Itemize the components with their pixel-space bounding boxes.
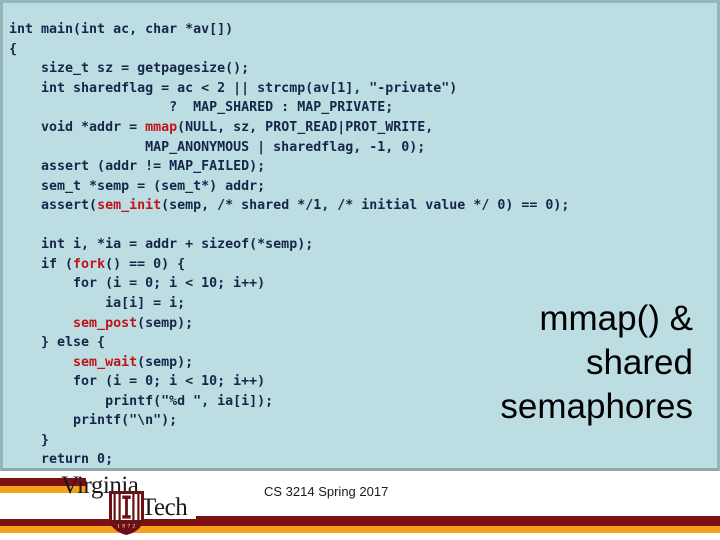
code-line: assert (addr != MAP_FAILED); — [9, 157, 719, 177]
code-text: assert (addr != MAP_FAILED); — [9, 159, 266, 175]
code-highlight-token: fork — [73, 256, 106, 272]
virginia-tech-logo: Virginia Tech 1 8 7 2 — [58, 473, 203, 537]
code-line: return 0; — [9, 450, 719, 470]
code-line: sem_t *semp = (sem_t*) addr; — [9, 177, 719, 197]
code-text: return 0; — [9, 452, 114, 468]
code-highlight-token: sem_post — [73, 315, 138, 331]
code-line: { — [9, 40, 719, 60]
code-line: } — [9, 431, 719, 451]
code-line: size_t sz = getpagesize(); — [9, 59, 719, 79]
code-text: (semp); — [137, 315, 194, 331]
code-text: MAP_ANONYMOUS | sharedflag, -1, 0); — [9, 139, 426, 155]
code-line: int sharedflag = ac < 2 || strcmp(av[1],… — [9, 79, 719, 99]
slide-title-line: shared — [585, 343, 693, 382]
code-highlight-token: sem_wait — [73, 354, 138, 370]
code-text: (semp, /* shared */1, /* initial value *… — [161, 198, 570, 214]
code-line: ? MAP_SHARED : MAP_PRIVATE; — [9, 98, 719, 118]
code-text: if ( — [9, 256, 74, 272]
code-line: if (fork() == 0) { — [9, 255, 719, 275]
code-text: printf("%d ", ia[i]); — [9, 393, 274, 409]
code-text: void *addr = — [9, 120, 146, 136]
code-text: printf("\n"); — [9, 413, 178, 429]
code-text: size_t sz = getpagesize(); — [9, 61, 250, 77]
code-text: int main(int ac, char *av[]) — [9, 22, 234, 38]
code-text: int i, *ia = addr + sizeof(*semp); — [9, 237, 314, 253]
code-text: assert( — [9, 198, 98, 214]
code-text: int sharedflag = ac < 2 || strcmp(av[1],… — [9, 80, 458, 96]
slide-content-panel: int main(int ac, char *av[]) { size_t sz … — [0, 0, 720, 487]
code-line: void *addr = mmap(NULL, sz, PROT_READ|PR… — [9, 118, 719, 138]
code-text: (NULL, sz, PROT_READ|PROT_WRITE, — [177, 120, 434, 136]
course-label: CS 3214 Spring 2017 — [264, 484, 389, 499]
code-line: int main(int ac, char *av[]) — [9, 20, 719, 40]
slide-title: mmap() & shared semaphores — [353, 297, 693, 429]
code-text: ia[i] = i; — [9, 295, 186, 311]
code-text: ? MAP_SHARED : MAP_PRIVATE; — [9, 100, 394, 116]
slide: int main(int ac, char *av[]) { size_t sz … — [0, 0, 720, 540]
logo-shield-year: 1 8 7 2 — [117, 524, 135, 530]
code-highlight-token: mmap — [145, 120, 178, 136]
code-text: { — [9, 41, 18, 57]
code-line: MAP_ANONYMOUS | sharedflag, -1, 0); — [9, 138, 719, 158]
code-text: } else { — [9, 335, 106, 351]
logo-word-tech: Tech — [141, 494, 188, 521]
code-text: (semp); — [137, 354, 194, 370]
code-line: assert(sem_init(semp, /* shared */1, /* … — [9, 196, 719, 216]
slide-title-line: mmap() & — [539, 299, 693, 338]
vt-shield-icon: 1 8 7 2 — [109, 491, 144, 535]
code-text: sem_t *semp = (sem_t*) addr; — [9, 178, 266, 194]
code-text: } — [9, 432, 50, 448]
code-text: for (i = 0; i < 10; i++) — [9, 374, 266, 390]
code-text: for (i = 0; i < 10; i++) — [9, 276, 266, 292]
slide-footer: Virginia Tech 1 8 7 2 CS 3214 Spring 201… — [0, 471, 720, 540]
code-line: int i, *ia = addr + sizeof(*semp); — [9, 235, 719, 255]
code-highlight-token: sem_init — [97, 198, 162, 214]
code-text: () == 0) { — [105, 256, 186, 272]
code-line: for (i = 0; i < 10; i++) — [9, 274, 719, 294]
slide-title-line: semaphores — [500, 387, 693, 426]
